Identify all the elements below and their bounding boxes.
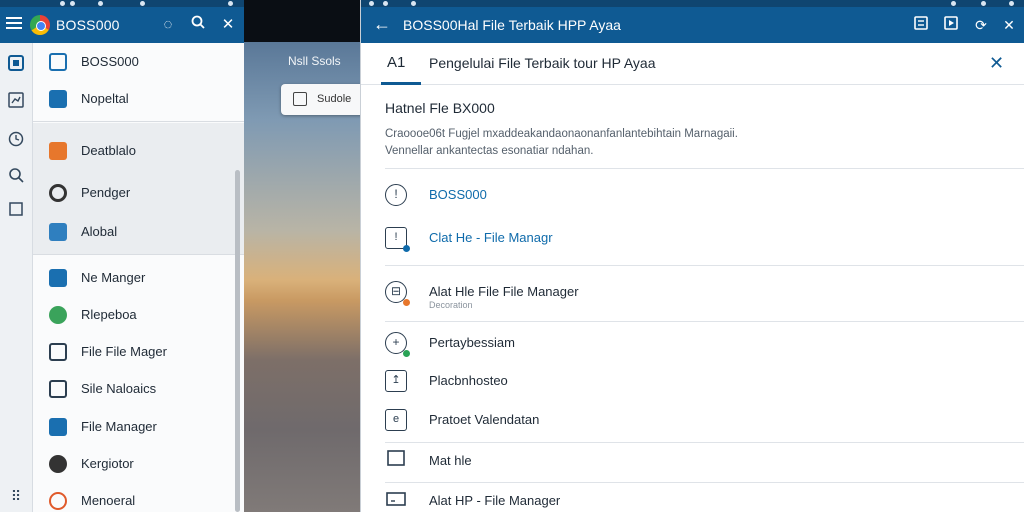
rail-chart-icon[interactable] <box>7 92 25 110</box>
key-icon <box>49 455 67 473</box>
list-item[interactable]: Rlepeboa <box>33 297 238 333</box>
export-icon: ↥ <box>385 370 407 392</box>
list-item[interactable]: Mat hle <box>361 441 1024 481</box>
tab-a1[interactable]: A1 <box>381 43 421 85</box>
rail-apps-grid-icon[interactable]: ⠿ <box>7 487 25 505</box>
list-item[interactable]: Alat HP - File Manager <box>361 481 1024 512</box>
monitor-icon <box>385 490 407 512</box>
filter-icon[interactable] <box>911 15 931 35</box>
list-item[interactable]: Sile Naloaics <box>33 371 238 407</box>
status-badge-orange <box>403 299 410 306</box>
list-item[interactable]: File Manager <box>33 409 238 445</box>
list-item[interactable]: Pendger <box>33 175 238 211</box>
divider <box>385 168 1024 169</box>
left-titlebar-strip <box>0 0 244 7</box>
list-item[interactable]: Menoeral <box>33 483 238 512</box>
divider <box>385 321 1024 322</box>
app-logo <box>30 15 50 35</box>
list-item[interactable]: e Pratoet Valendatan <box>361 400 1024 440</box>
home-icon <box>49 53 67 71</box>
list-item[interactable]: ! Clat He - File Managr <box>361 218 1024 258</box>
status-badge-green <box>403 350 410 357</box>
info-title: Hatnel Fle BX000 <box>385 100 495 116</box>
list-item[interactable]: Ne Manger <box>33 260 238 296</box>
close-icon[interactable]: ✕ <box>999 15 1019 35</box>
document-icon <box>49 90 67 108</box>
folder-icon <box>49 223 67 241</box>
close-icon[interactable]: ✕ <box>218 15 238 35</box>
right-app-window: ← BOSS00Hal File Terbaik HPP Ayaa ⟳ ✕ A1… <box>360 0 1024 512</box>
right-app-bar: ← BOSS00Hal File Terbaik HPP Ayaa ⟳ ✕ <box>361 7 1024 43</box>
tag-icon <box>49 418 67 436</box>
right-titlebar-strip <box>361 0 1024 7</box>
page-title: Pengelulai File Terbaik tour HP Ayaa <box>429 55 656 71</box>
wallpaper-title: Nsll Ssols <box>288 54 341 68</box>
file-stack-icon <box>49 380 67 398</box>
list-item[interactable]: ⊟ Alat Hle File File Manager Decoration <box>361 272 1024 312</box>
list-item[interactable]: File File Mager <box>33 334 238 370</box>
back-arrow-icon[interactable]: ← <box>373 14 391 35</box>
info-description-line-2: Vennellar ankantectas esonatiar ndahan. <box>385 145 594 157</box>
list-item[interactable]: Nopeltal <box>33 81 238 117</box>
left-app-title: BOSS000 <box>56 17 120 33</box>
rail-home-icon[interactable] <box>7 55 25 73</box>
search-icon[interactable] <box>188 15 208 35</box>
list-item[interactable]: BOSS000 <box>33 44 238 80</box>
media-icon[interactable] <box>941 15 961 35</box>
left-nav-rail: ⠿ <box>0 43 33 512</box>
protection-icon: e <box>385 409 407 431</box>
info-description-line-1: Craoooe06t Fugjel mxaddeakandaonaonanfan… <box>385 128 738 140</box>
left-file-list: BOSS000 Nopeltal Deatblalo Pendger Aloba… <box>33 43 244 512</box>
sync-icon[interactable]: ⟳ <box>971 15 991 35</box>
rail-search-icon[interactable] <box>7 167 25 185</box>
square-icon <box>385 450 407 472</box>
left-scrollbar[interactable] <box>235 170 240 512</box>
list-item[interactable]: Alobal <box>33 214 238 250</box>
close-panel-icon[interactable]: ✕ <box>989 53 1004 74</box>
list-item[interactable]: ↥ Placbnhosteo <box>361 361 1024 401</box>
divider <box>385 265 1024 266</box>
right-window-title: BOSS00Hal File Terbaik HPP Ayaa <box>403 17 621 33</box>
tab-bar: A1 Pengelulai File Terbaik tour HP Ayaa … <box>361 43 1024 85</box>
refresh-icon[interactable]: ◌ <box>158 15 178 35</box>
desktop-wallpaper: Nsll Ssols Sudole <box>244 0 381 512</box>
mail-icon <box>49 269 67 287</box>
gear-icon <box>49 306 67 324</box>
lock-icon <box>293 92 307 106</box>
rail-square-icon[interactable] <box>7 201 25 219</box>
info-section: Hatnel Fle BX000 Craoooe06t Fugjel mxadd… <box>385 100 1005 160</box>
list-item[interactable]: Deatblalo <box>33 133 238 169</box>
heart-icon <box>49 492 67 510</box>
left-app-bar: BOSS000 ◌ ✕ <box>0 7 244 43</box>
hamburger-menu-icon[interactable] <box>6 17 22 33</box>
left-app-window: BOSS000 ◌ ✕ ⠿ BOSS000 Nopeltal Deatblalo… <box>0 0 244 512</box>
status-badge <box>403 245 410 252</box>
image-icon <box>49 142 67 160</box>
circle-icon <box>49 184 67 202</box>
rail-clock-icon[interactable] <box>7 131 25 149</box>
tab-underline <box>381 82 421 85</box>
list-item[interactable]: ! BOSS000 <box>361 175 1024 215</box>
file-icon <box>49 343 67 361</box>
list-item[interactable]: Kergiotor <box>33 446 238 482</box>
alert-icon: ! <box>385 184 407 206</box>
list-item[interactable]: + Pertaybessiam <box>361 323 1024 363</box>
